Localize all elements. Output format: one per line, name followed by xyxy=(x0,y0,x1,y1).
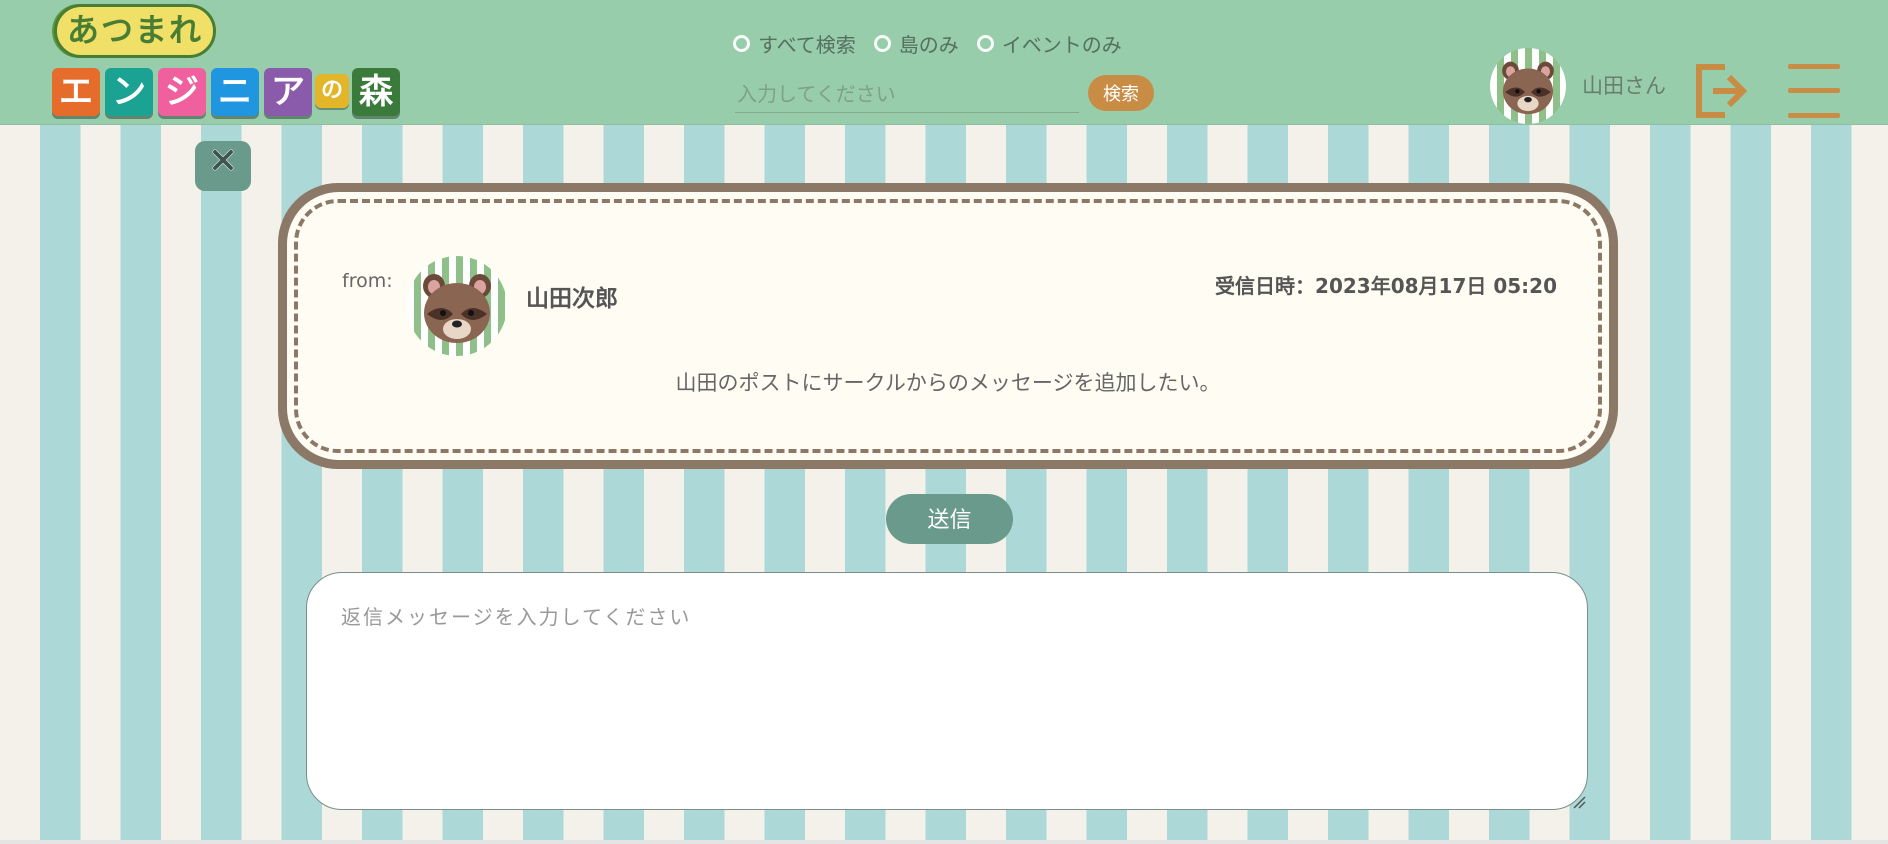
user-name[interactable]: 山田さん xyxy=(1582,70,1666,100)
logo-top-text: あつまれ xyxy=(54,4,216,58)
site-logo[interactable]: あつまれ エ ン ジ ニ ア の 森 xyxy=(50,2,400,122)
sender-avatar[interactable] xyxy=(407,256,507,356)
message-card-inner: from: 山田次郎 受信日時：2023年08月17日 05:20 山田のポスト… xyxy=(287,192,1609,460)
close-icon xyxy=(212,149,234,171)
search-option-event[interactable]: イベントのみ xyxy=(976,29,1122,58)
raccoon-dog-icon xyxy=(423,274,491,343)
message-body: 山田のポストにサークルからのメッセージを追加したい。 xyxy=(675,371,1221,395)
resize-handle-icon[interactable] xyxy=(1572,795,1586,809)
radio-circle-icon[interactable] xyxy=(976,34,994,52)
header: あつまれ エ ン ジ ニ ア の 森 すべて検索 島のみ イベントのみ 検索 xyxy=(0,0,1888,125)
search-input[interactable] xyxy=(735,76,1079,113)
search-option-label: イベントのみ xyxy=(1001,32,1122,57)
logout-button[interactable] xyxy=(1695,63,1749,119)
received-message-card: from: 山田次郎 受信日時：2023年08月17日 05:20 山田のポスト… xyxy=(278,183,1618,469)
logo-top-badge: あつまれ xyxy=(52,4,216,58)
close-button[interactable] xyxy=(195,141,251,191)
search-scope-options: すべて検索 島のみ イベントのみ xyxy=(733,29,1122,58)
logo-tile: ニ xyxy=(211,68,259,116)
logo-tile: 森 xyxy=(352,68,400,116)
logo-tile: ン xyxy=(105,68,153,116)
page-bottom-divider xyxy=(0,840,1888,844)
send-button[interactable]: 送信 xyxy=(886,494,1013,544)
logo-tile: の xyxy=(315,74,349,108)
search-option-label: すべて検索 xyxy=(758,32,856,57)
logo-tile: エ xyxy=(52,68,100,116)
logout-icon xyxy=(1696,64,1748,118)
radio-circle-icon[interactable] xyxy=(873,34,891,52)
received-datetime: 受信日時：2023年08月17日 05:20 xyxy=(1215,274,1557,298)
search-option-island[interactable]: 島のみ xyxy=(873,29,959,58)
hamburger-menu-button[interactable] xyxy=(1786,62,1842,120)
logo-tile: ア xyxy=(264,68,312,116)
raccoon-dog-icon xyxy=(1502,61,1554,115)
search-option-all[interactable]: すべて検索 xyxy=(733,29,856,58)
hamburger-menu-icon xyxy=(1788,64,1840,118)
from-label: from: xyxy=(342,270,393,292)
reply-message-input[interactable] xyxy=(306,572,1588,810)
sender-name[interactable]: 山田次郎 xyxy=(526,279,618,313)
user-avatar[interactable] xyxy=(1490,48,1566,124)
search-option-label: 島のみ xyxy=(898,32,959,57)
search-button[interactable]: 検索 xyxy=(1088,75,1154,111)
logo-tile: ジ xyxy=(158,68,206,116)
radio-circle-icon[interactable] xyxy=(733,34,750,52)
